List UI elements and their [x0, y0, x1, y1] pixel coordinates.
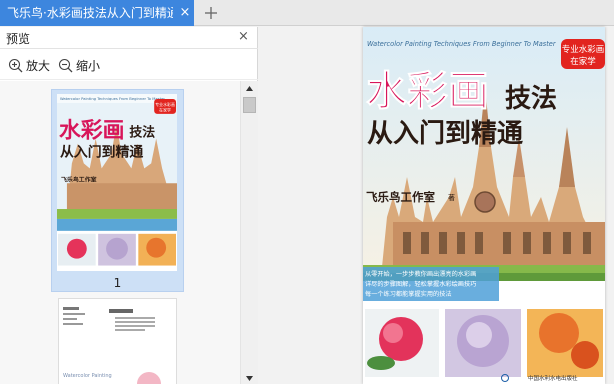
- thumb-title-sub: 从入门到精通: [60, 143, 143, 160]
- page2-thumbnail: Watercolor Painting: [59, 299, 176, 384]
- caret-up-icon: [246, 86, 253, 91]
- tab-bar: 飞乐鸟·水彩画技法从入门到精通 ×: [0, 0, 614, 26]
- title-sub: 从入门到精通: [367, 119, 523, 149]
- thumb-title-main: 水彩画: [59, 119, 124, 144]
- sample-paintings: [365, 309, 603, 377]
- reader-window: 飞乐鸟·水彩画技法从入门到精通 × 预览 × 放大 缩小 Watercolor …: [0, 0, 614, 384]
- cover-thumbnail: Watercolor Painting Techniques From Begi…: [57, 94, 177, 271]
- zoom-toolbar: 放大 缩小: [0, 50, 258, 80]
- zoom-in-button[interactable]: 放大: [8, 57, 50, 75]
- page2-series-en: Watercolor Painting: [63, 373, 112, 379]
- badge-line2: 在家学: [570, 56, 596, 67]
- description-line3: 每一个练习都能掌握实用的技法: [365, 290, 452, 298]
- cover-page: Watercolor Painting Techniques From Begi…: [363, 27, 605, 384]
- zoom-out-icon: [58, 58, 73, 73]
- zoom-out-button[interactable]: 缩小: [58, 57, 100, 75]
- description-line1: 从零开始，一步步教你画出漂亮的水彩画: [365, 270, 476, 278]
- thumb-badge-line1: 专业水彩画: [155, 102, 175, 107]
- zoom-in-label: 放大: [26, 59, 51, 73]
- publisher-name: 中国水利水电出版社: [528, 374, 578, 382]
- thumb-title-side: 技法: [129, 125, 155, 141]
- page-thumbnail-1[interactable]: Watercolor Painting Techniques From Begi…: [51, 89, 184, 292]
- scroll-down-button[interactable]: [241, 370, 258, 384]
- thumb-series-en: Watercolor Painting Techniques From Begi…: [60, 97, 165, 101]
- author-name: 飞乐鸟工作室: [366, 190, 435, 204]
- thumbnail-scrollbar[interactable]: [240, 81, 258, 384]
- cover-illustration: Watercolor Painting Techniques From Begi…: [363, 27, 605, 382]
- preview-title: 预览: [6, 32, 31, 46]
- page-thumbnail-2[interactable]: Watercolor Painting: [58, 298, 177, 384]
- zoom-out-label: 缩小: [76, 59, 101, 73]
- series-english-title: Watercolor Painting Techniques From Begi…: [367, 40, 557, 48]
- document-tab[interactable]: 飞乐鸟·水彩画技法从入门到精通 ×: [0, 0, 194, 26]
- tab-title: 飞乐鸟·水彩画技法从入门到精通: [7, 6, 173, 20]
- thumb-author: 飞乐鸟工作室: [61, 175, 97, 183]
- new-tab-button[interactable]: [203, 2, 219, 24]
- thumbnail-list: Watercolor Painting Techniques From Begi…: [0, 81, 240, 384]
- scrollbar-thumb[interactable]: [243, 97, 256, 113]
- plus-icon: [205, 7, 217, 19]
- scroll-up-button[interactable]: [241, 81, 258, 95]
- title-main: 水彩画: [366, 67, 489, 115]
- description-line2: 详尽的步骤图解，轻松掌握水彩绘画技巧: [365, 280, 476, 288]
- zoom-in-icon: [8, 58, 23, 73]
- document-view[interactable]: Watercolor Painting Techniques From Begi…: [259, 27, 614, 384]
- title-side: 技法: [505, 84, 557, 114]
- badge-line1: 专业水彩画: [562, 44, 605, 55]
- thumbnail-page-number: 1: [113, 276, 122, 290]
- preview-close-button[interactable]: ×: [238, 29, 249, 44]
- tab-close-button[interactable]: ×: [178, 0, 192, 26]
- preview-header: 预览 ×: [0, 27, 258, 49]
- author-suffix: 著: [448, 193, 455, 202]
- preview-panel: 预览 × 放大 缩小 Watercolor Painting Technique…: [0, 27, 258, 384]
- thumb-badge-line2: 在家学: [159, 107, 171, 112]
- caret-down-icon: [246, 376, 253, 381]
